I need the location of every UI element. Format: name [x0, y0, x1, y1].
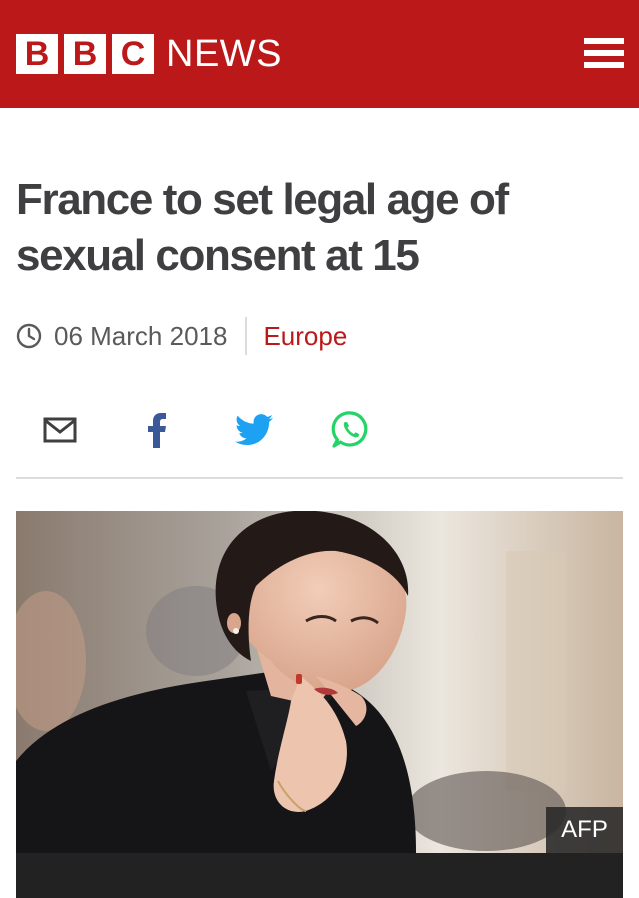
image-credit: AFP — [546, 807, 623, 853]
twitter-share-button[interactable] — [229, 405, 279, 455]
share-divider — [16, 477, 623, 479]
image-caption-bar — [16, 853, 623, 898]
email-share-button[interactable] — [35, 405, 85, 455]
headline-line-2: sexual consent at 15 — [16, 231, 420, 280]
clock-icon — [16, 323, 42, 349]
article-image: AFP — [16, 511, 623, 898]
headline-line-1: France to set legal age of — [16, 175, 509, 224]
article-meta: 06 March 2018 Europe — [16, 316, 347, 356]
facebook-icon — [148, 413, 166, 448]
logo-letter-b1: B — [16, 34, 58, 74]
bbc-news-logo[interactable]: B B C NEWS — [16, 34, 282, 74]
twitter-icon — [235, 414, 273, 446]
site-header: B B C NEWS — [0, 0, 639, 108]
article-headline: France to set legal age of sexual consen… — [16, 172, 616, 284]
whatsapp-icon — [331, 411, 368, 448]
logo-letter-c: C — [112, 34, 154, 74]
section-link-europe[interactable]: Europe — [263, 321, 347, 352]
logo-news-word: NEWS — [166, 33, 282, 75]
whatsapp-share-button[interactable] — [326, 405, 376, 455]
logo-letter-b2: B — [64, 34, 106, 74]
hamburger-menu-icon[interactable] — [584, 38, 624, 70]
email-icon — [43, 417, 77, 443]
facebook-share-button[interactable] — [132, 405, 182, 455]
article-photo — [16, 511, 623, 853]
share-tools — [0, 405, 639, 455]
meta-divider — [245, 317, 248, 355]
article-date: 06 March 2018 — [54, 320, 228, 351]
